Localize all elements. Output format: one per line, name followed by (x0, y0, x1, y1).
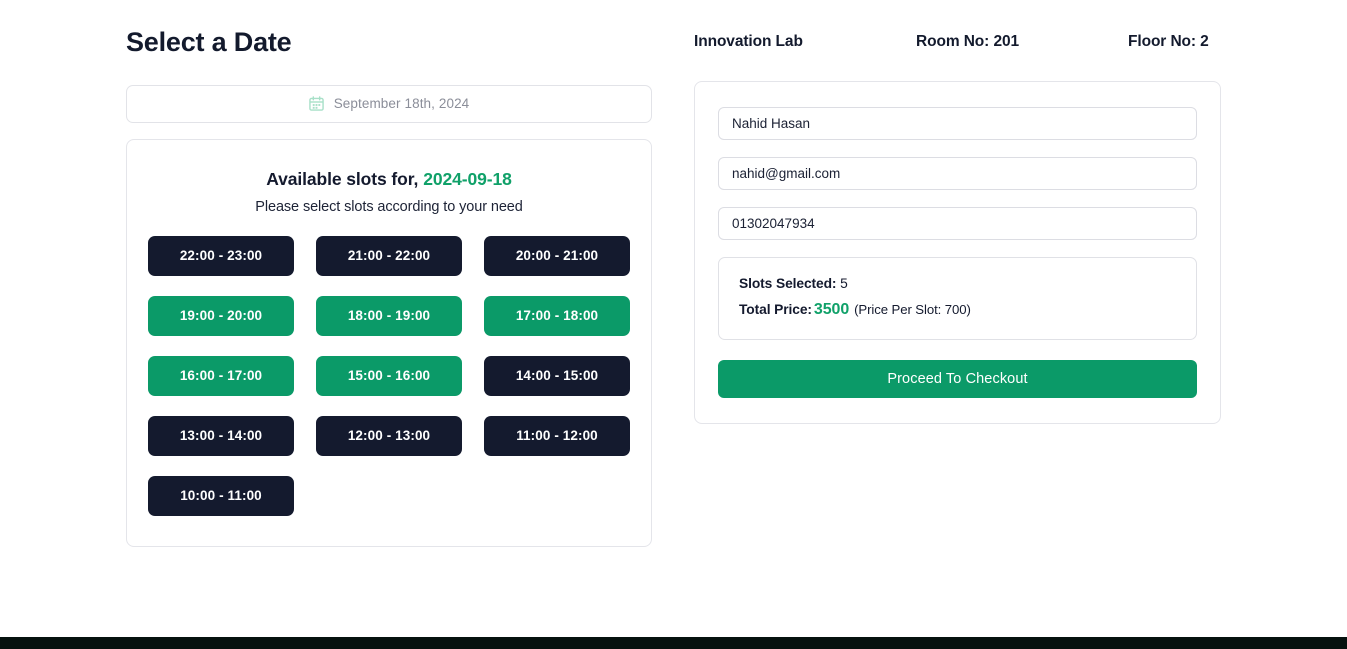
slot-button[interactable]: 22:00 - 23:00 (148, 236, 294, 276)
name-field[interactable] (718, 107, 1197, 140)
selected-date-value: September 18th, 2024 (334, 96, 470, 111)
email-field[interactable] (718, 157, 1197, 190)
slot-button[interactable]: 10:00 - 11:00 (148, 476, 294, 516)
slot-button[interactable]: 19:00 - 20:00 (148, 296, 294, 336)
slot-grid: 22:00 - 23:00 21:00 - 22:00 20:00 - 21:00 1… (148, 236, 630, 516)
slot-button[interactable]: 21:00 - 22:00 (316, 236, 462, 276)
available-slots-card: Available slots for,2024-09-18 Please se… (126, 139, 652, 547)
booking-column: Innovation Lab Room No: 201 Floor No: 2 … (694, 28, 1221, 424)
total-price-label: Total Price: (739, 302, 812, 317)
slot-button[interactable]: 11:00 - 12:00 (484, 416, 630, 456)
slots-heading-date: 2024-09-18 (423, 169, 512, 189)
room-header: Innovation Lab Room No: 201 Floor No: 2 (694, 28, 1221, 56)
page-title: Select a Date (126, 28, 652, 58)
price-per-slot-note: (Price Per Slot: 700) (854, 302, 971, 317)
booking-form-card: Slots Selected: 5 Total Price:3500 (Price… (694, 81, 1221, 424)
slot-button[interactable]: 20:00 - 21:00 (484, 236, 630, 276)
total-price-line: Total Price:3500 (Price Per Slot: 700) (739, 296, 1176, 324)
slot-button[interactable]: 18:00 - 19:00 (316, 296, 462, 336)
slot-button[interactable]: 14:00 - 15:00 (484, 356, 630, 396)
slots-selected-line: Slots Selected: 5 (739, 272, 1176, 296)
slot-button[interactable]: 16:00 - 17:00 (148, 356, 294, 396)
slot-button[interactable]: 13:00 - 14:00 (148, 416, 294, 456)
slot-button[interactable]: 17:00 - 18:00 (484, 296, 630, 336)
total-price-value: 3500 (814, 301, 849, 318)
slots-heading-prefix: Available slots for, (266, 169, 418, 189)
order-summary-box: Slots Selected: 5 Total Price:3500 (Price… (718, 257, 1197, 340)
date-picker-field[interactable]: September 18th, 2024 (126, 85, 652, 123)
footer-bar (0, 637, 1347, 649)
room-number: Room No: 201 (916, 33, 1128, 51)
floor-number: Floor No: 2 (1128, 33, 1221, 51)
room-name: Innovation Lab (694, 33, 916, 51)
proceed-to-checkout-button[interactable]: Proceed To Checkout (718, 360, 1197, 398)
slots-subheading: Please select slots according to your ne… (148, 199, 630, 215)
phone-field[interactable] (718, 207, 1197, 240)
slot-button[interactable]: 15:00 - 16:00 (316, 356, 462, 396)
slot-button[interactable]: 12:00 - 13:00 (316, 416, 462, 456)
booking-page: Select a Date September 18th, 2024 (0, 0, 1347, 637)
slots-selected-label: Slots Selected: (739, 276, 836, 291)
date-selection-column: Select a Date September 18th, 2024 (126, 28, 652, 547)
slots-selected-value: 5 (840, 276, 848, 291)
calendar-icon (309, 96, 324, 111)
slots-heading: Available slots for,2024-09-18 (148, 169, 630, 190)
